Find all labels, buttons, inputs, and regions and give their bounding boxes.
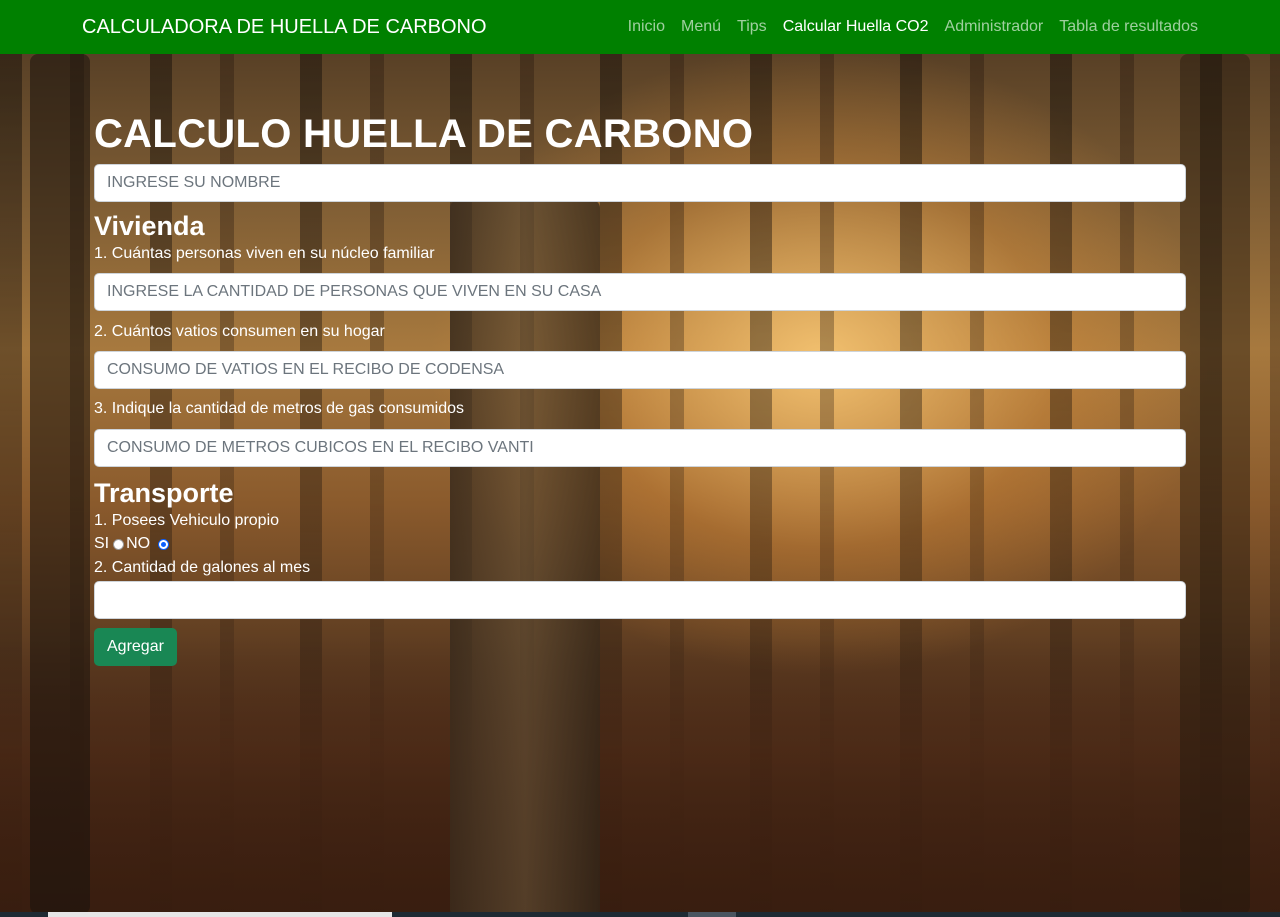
nav-link-administrador[interactable]: Administrador [945, 17, 1044, 37]
navbar-brand[interactable]: CALCULADORA DE HUELLA DE CARBONO [82, 15, 487, 39]
vehicle-radio-group: SI NO [94, 534, 1186, 554]
watts-input[interactable] [94, 351, 1186, 389]
gas-input[interactable] [94, 429, 1186, 467]
question-people-count: 1. Cuántas personas viven en su núcleo f… [94, 245, 435, 262]
top-navbar: CALCULADORA DE HUELLA DE CARBONO Inicio … [0, 0, 1280, 54]
carbon-form: CALCULO HUELLA DE CARBONO Vivienda 1. Cu… [94, 104, 1186, 666]
radio-no[interactable] [158, 538, 170, 550]
nav-link-menu[interactable]: Menú [681, 17, 721, 37]
tree-trunk-left [30, 54, 90, 914]
nav-link-calcular-huella[interactable]: Calcular Huella CO2 [783, 17, 929, 37]
nav-links: Inicio Menú Tips Calcular Huella CO2 Adm… [628, 17, 1198, 37]
radio-label-no: NO [126, 535, 151, 552]
taskbar-segment [48, 912, 392, 917]
page-title: CALCULO HUELLA DE CARBONO [94, 112, 754, 156]
question-watts: 2. Cuántos vatios consumen en su hogar [94, 323, 385, 340]
radio-label-si: SI [94, 535, 110, 552]
nav-link-tips[interactable]: Tips [737, 17, 767, 37]
nav-link-tabla-resultados[interactable]: Tabla de resultados [1059, 17, 1198, 37]
agregar-button[interactable]: Agregar [94, 628, 177, 666]
question-vehicle: 1. Posees Vehiculo propio [94, 512, 280, 529]
vivienda-heading: Vivienda [94, 211, 205, 241]
radio-si[interactable] [113, 538, 125, 550]
taskbar-segment [688, 912, 736, 917]
tree-trunk-right [1180, 54, 1250, 914]
transporte-heading: Transporte [94, 478, 234, 508]
nav-link-inicio[interactable]: Inicio [628, 17, 665, 37]
people-count-input[interactable] [94, 273, 1186, 311]
name-input[interactable] [94, 164, 1186, 202]
taskbar-strip [0, 912, 1280, 917]
gallons-input[interactable] [94, 581, 1186, 619]
question-gallons: 2. Cantidad de galones al mes [94, 559, 311, 576]
question-gas: 3. Indique la cantidad de metros de gas … [94, 400, 465, 417]
